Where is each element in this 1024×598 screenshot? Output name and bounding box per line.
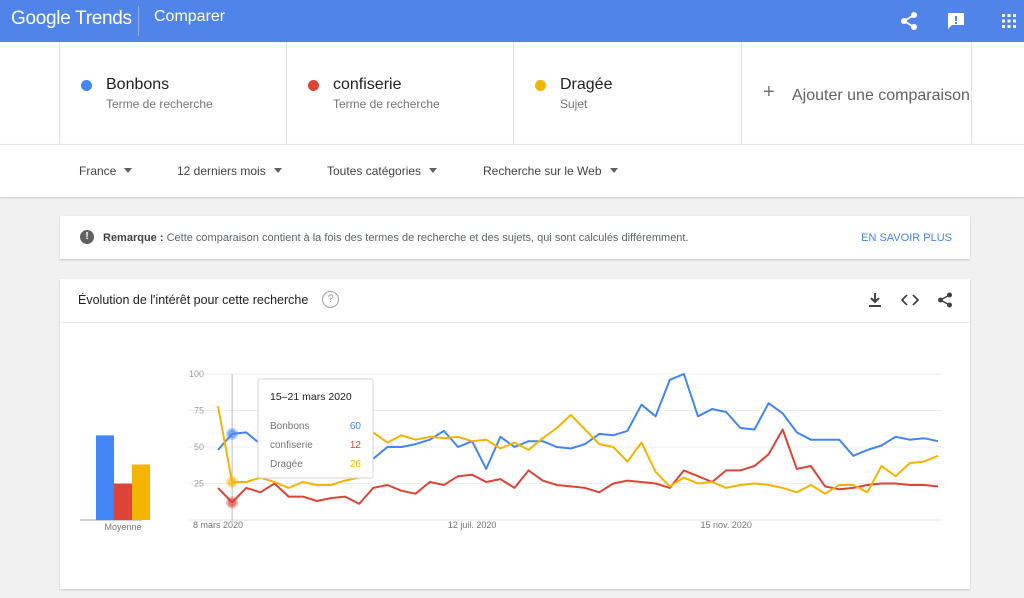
average-label: Moyenne — [104, 522, 141, 532]
help-icon[interactable]: ? — [322, 291, 339, 308]
y-tick-label: 50 — [194, 442, 204, 452]
share-icon[interactable] — [897, 9, 921, 33]
period-value: 12 derniers mois — [177, 164, 266, 178]
share-icon[interactable] — [936, 291, 954, 309]
x-tick-label: 15 nov. 2020 — [701, 520, 752, 530]
y-tick-label: 75 — [194, 406, 204, 416]
region-value: France — [79, 164, 117, 178]
search-type-dropdown[interactable]: Recherche sur le Web — [483, 164, 618, 178]
filter-bar: France 12 derniers mois Toutes catégorie… — [0, 144, 1024, 197]
tooltip-series-value: 26 — [350, 459, 362, 470]
average-bar — [132, 464, 150, 520]
x-tick-label: 12 juil. 2020 — [448, 520, 497, 530]
add-comparison-button[interactable]: + Ajouter une comparaison — [741, 42, 972, 144]
tooltip-series-value: 12 — [350, 440, 362, 451]
y-tick-label: 100 — [189, 369, 204, 379]
info-icon: ! — [80, 230, 94, 244]
tooltip-point — [226, 476, 239, 489]
plus-icon: + — [763, 81, 775, 103]
download-icon[interactable] — [866, 291, 884, 309]
category-value: Toutes catégories — [327, 164, 422, 178]
series-color-dot — [81, 80, 92, 91]
feedback-icon[interactable] — [944, 9, 968, 33]
trend-chart[interactable]: 25 50 75 100 8 mars 2020 12 juil. 2020 15 nov.… — [60, 322, 970, 589]
interest-over-time-card: Évolution de l'intérêt pour cette recher… — [60, 279, 970, 589]
tooltip-series-value: 60 — [350, 421, 362, 432]
chart-title: Évolution de l'intérêt pour cette recher… — [78, 293, 309, 307]
category-dropdown[interactable]: Toutes catégories — [327, 164, 438, 178]
search-type-value: Recherche sur le Web — [483, 164, 602, 178]
tooltip: 15–21 mars 2020 Bonbons 60 confiserie 12 Drag… — [257, 378, 374, 479]
header-divider — [138, 6, 139, 36]
google-trends-logo[interactable]: Google Trends — [11, 8, 132, 30]
period-dropdown[interactable]: 12 derniers mois — [177, 164, 282, 178]
tooltip-series-name: Dragée — [270, 459, 303, 470]
term-dragee[interactable]: Dragée Sujet — [513, 42, 741, 144]
dropdown-arrow-icon — [124, 168, 133, 174]
apps-grid-icon[interactable] — [997, 9, 1021, 33]
note-body: Cette comparaison contient à la fois des… — [163, 232, 689, 244]
tooltip-series-name: Bonbons — [270, 421, 309, 432]
region-dropdown[interactable]: France — [79, 164, 133, 178]
series-color-dot — [308, 80, 319, 91]
top-bar: Google Trends Comparer — [0, 0, 1024, 42]
tooltip-series-name: confiserie — [270, 440, 313, 451]
series-color-dot — [535, 80, 546, 91]
note-text: Remarque : Cette comparaison contient à … — [103, 232, 689, 244]
dropdown-arrow-icon — [429, 168, 438, 174]
tooltip-date: 15–21 mars 2020 — [270, 391, 352, 403]
dropdown-arrow-icon — [273, 168, 282, 174]
x-tick-label: 8 mars 2020 — [193, 520, 243, 530]
term-type: Sujet — [560, 97, 588, 111]
term-name: Bonbons — [106, 76, 170, 93]
y-tick-label: 25 — [194, 479, 204, 489]
page-title: Comparer — [154, 8, 226, 25]
embed-code-icon[interactable] — [900, 291, 920, 309]
add-comparison-label: Ajouter une comparaison — [792, 87, 970, 104]
average-bar — [96, 435, 114, 520]
term-type: Terme de recherche — [106, 97, 213, 111]
term-name: Dragée — [560, 76, 613, 93]
note-card: ! Remarque : Cette comparaison contient … — [60, 216, 970, 259]
chart-card-header: Évolution de l'intérêt pour cette recher… — [60, 279, 970, 323]
comparison-bar: Bonbons Terme de recherche confiserie Te… — [0, 42, 1024, 144]
tooltip-point — [226, 427, 239, 440]
term-name: confiserie — [333, 76, 402, 93]
dropdown-arrow-icon — [609, 168, 618, 174]
term-type: Terme de recherche — [333, 97, 440, 111]
average-bar — [114, 483, 132, 520]
note-label: Remarque : — [103, 232, 164, 244]
learn-more-link[interactable]: EN SAVOIR PLUS — [861, 232, 952, 244]
term-bonbons[interactable]: Bonbons Terme de recherche — [59, 42, 287, 144]
term-confiserie[interactable]: confiserie Terme de recherche — [286, 42, 514, 144]
tooltip-point — [226, 496, 239, 509]
